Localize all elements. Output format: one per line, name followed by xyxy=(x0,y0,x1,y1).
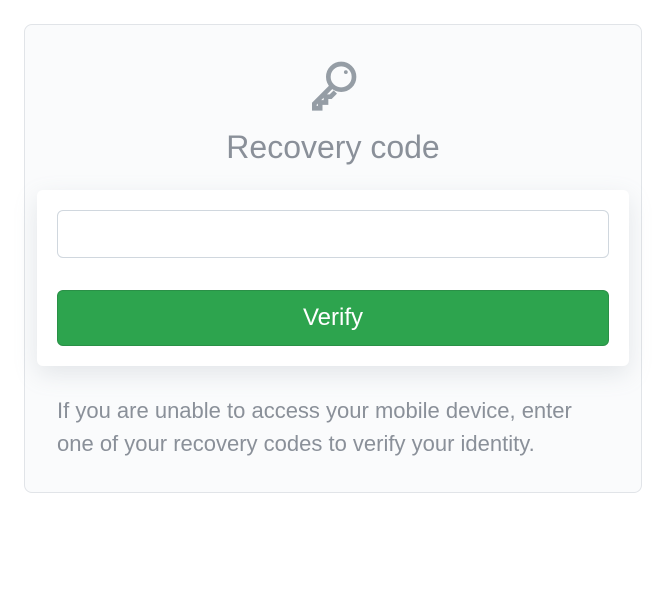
page-title: Recovery code xyxy=(57,129,609,166)
verify-button[interactable]: Verify xyxy=(57,290,609,346)
key-icon xyxy=(305,57,361,113)
help-text: If you are unable to access your mobile … xyxy=(57,394,609,460)
icon-wrapper xyxy=(57,57,609,113)
recovery-code-input[interactable] xyxy=(57,210,609,258)
recovery-card: Recovery code Verify If you are unable t… xyxy=(24,24,642,493)
recovery-form: Verify xyxy=(37,190,629,366)
